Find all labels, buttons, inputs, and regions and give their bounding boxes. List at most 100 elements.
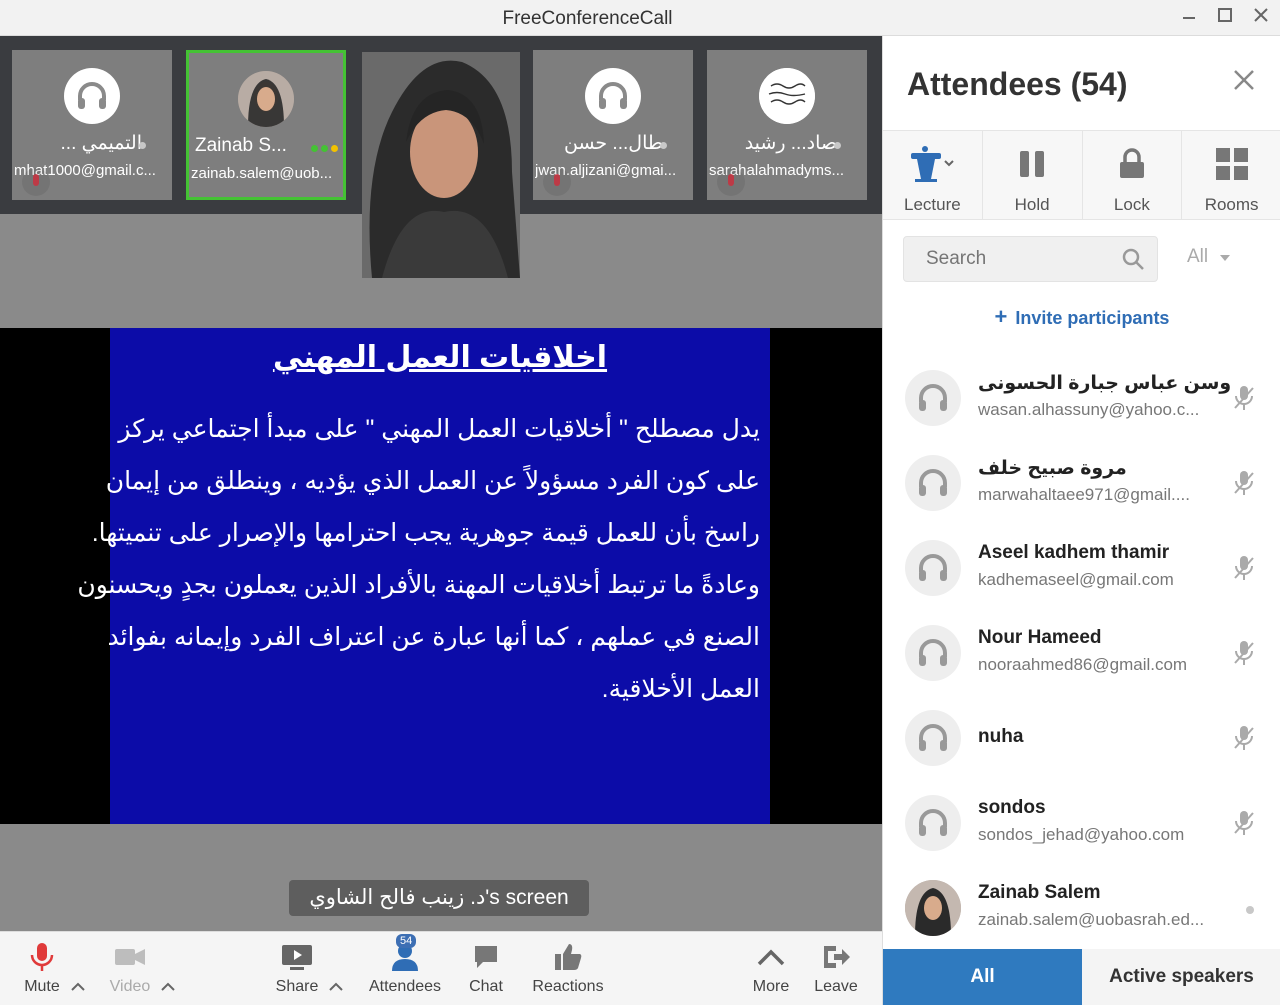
slide-line: العمل الأخلاقية. bbox=[601, 675, 760, 703]
attendee-row[interactable]: nuha bbox=[883, 700, 1280, 785]
panel-title: Attendees (54) bbox=[907, 66, 1128, 102]
attendee-email: marwahaltaee971@gmail.... bbox=[978, 485, 1190, 504]
reactions-button[interactable]: Reactions bbox=[528, 940, 608, 996]
presentation-slide: اخلاقيات العمل المهني يدل مصطلح " أخلاقي… bbox=[77, 328, 770, 824]
chevron-up-icon bbox=[757, 949, 785, 966]
microphone-muted-icon[interactable] bbox=[1233, 809, 1255, 842]
video-button[interactable]: Video bbox=[104, 940, 156, 996]
attendee-filter-tabs: All Active speakers bbox=[883, 949, 1280, 1005]
status-dot bbox=[1245, 902, 1255, 920]
microphone-muted-icon[interactable] bbox=[1233, 639, 1255, 672]
attendee-row[interactable]: Zainab Salem zainab.salem@uobasrah.ed... bbox=[883, 870, 1280, 955]
slide-line: وعادةً ما ترتبط أخلاقيات المهنة بالأفراد… bbox=[77, 571, 760, 599]
lock-icon bbox=[1119, 148, 1144, 178]
attendees-button[interactable]: 54 Attendees bbox=[364, 934, 446, 996]
minimize-icon bbox=[1183, 17, 1195, 19]
participant-name: طال... حسن bbox=[564, 133, 663, 154]
hold-button[interactable]: Hold bbox=[983, 131, 1083, 219]
maximize-icon bbox=[1218, 8, 1232, 22]
microphone-muted-icon[interactable] bbox=[1233, 469, 1255, 502]
slide-line: الصنع في عملهم ، كما أنها عبارة عن اعترا… bbox=[107, 623, 760, 651]
chevron-up-icon bbox=[71, 982, 85, 991]
microphone-muted-icon[interactable] bbox=[1233, 724, 1255, 757]
headset-avatar-icon bbox=[905, 710, 961, 766]
slide-title: اخلاقيات العمل المهني bbox=[272, 341, 608, 374]
more-label: More bbox=[752, 978, 790, 995]
filter-dropdown[interactable]: All bbox=[1187, 246, 1231, 268]
mic-muted-icon bbox=[543, 168, 571, 196]
headset-avatar-icon bbox=[905, 795, 961, 851]
status-dot bbox=[331, 145, 338, 152]
minimize-button[interactable] bbox=[1178, 6, 1200, 28]
microphone-muted-icon[interactable] bbox=[1233, 384, 1255, 417]
app-window: FreeConferenceCall ... التميمي mhat1000@… bbox=[0, 0, 1280, 1005]
close-icon bbox=[1254, 8, 1268, 22]
attendees-count-badge: 54 bbox=[396, 934, 417, 948]
maximize-button[interactable] bbox=[1214, 6, 1236, 28]
pause-icon bbox=[1020, 151, 1045, 177]
search-input[interactable] bbox=[904, 237, 1104, 281]
status-dot bbox=[834, 142, 841, 149]
close-panel-button[interactable] bbox=[1232, 66, 1256, 100]
chevron-up-icon bbox=[329, 982, 343, 991]
participant-name: صاد... رشيد bbox=[744, 133, 837, 154]
more-button[interactable]: More bbox=[748, 940, 794, 996]
title-bar: FreeConferenceCall bbox=[0, 0, 1280, 36]
share-button[interactable]: Share bbox=[272, 940, 322, 996]
attendee-email: wasan.alhassuny@yahoo.c... bbox=[978, 400, 1200, 419]
attendee-email: zainab.salem@uobasrah.ed... bbox=[978, 910, 1205, 929]
avatar bbox=[905, 880, 961, 936]
reactions-label: Reactions bbox=[532, 978, 604, 995]
search-icon[interactable] bbox=[1121, 247, 1145, 276]
chat-button[interactable]: Chat bbox=[464, 940, 508, 996]
lock-button[interactable]: Lock bbox=[1083, 131, 1183, 219]
status-dot bbox=[311, 145, 318, 152]
leave-button[interactable]: Leave bbox=[812, 940, 860, 996]
video-stage: ... التميمي mhat1000@gmail.c... Zainab S… bbox=[0, 36, 882, 931]
close-window-button[interactable] bbox=[1250, 6, 1272, 28]
attendee-row[interactable]: Nour Hameed nooraahmed86@gmail.com bbox=[883, 615, 1280, 700]
participant-tile[interactable]: صاد... رشيد sarahalahmadyms... bbox=[707, 50, 867, 200]
participant-tile[interactable]: ... التميمي mhat1000@gmail.c... bbox=[12, 50, 172, 200]
lecture-button[interactable]: Lecture bbox=[883, 131, 983, 219]
attendee-row[interactable]: Aseel kadhem thamir kadhemaseel@gmail.co… bbox=[883, 530, 1280, 615]
video-options-caret[interactable] bbox=[158, 978, 178, 996]
lecture-label: Lecture bbox=[904, 195, 961, 214]
close-icon bbox=[1234, 70, 1254, 90]
rooms-button[interactable]: Rooms bbox=[1182, 131, 1280, 219]
tab-all[interactable]: All bbox=[883, 949, 1082, 1005]
grid-icon bbox=[1215, 148, 1248, 180]
attendee-name: مروة صبيح خلف bbox=[978, 458, 1127, 479]
mute-options-caret[interactable] bbox=[68, 978, 88, 996]
moderator-controls: Lecture Hold Lock Rooms bbox=[883, 130, 1280, 220]
attendee-name: Nour Hameed bbox=[978, 627, 1102, 648]
chat-bubble-icon bbox=[475, 946, 497, 968]
attendee-email: kadhemaseel@gmail.com bbox=[978, 570, 1174, 589]
slide-line: على كون الفرد مسؤولاً عن العمل الذي يؤدي… bbox=[105, 467, 760, 495]
screen-share-label: د. زينب فالح الشاوي's screen bbox=[289, 880, 589, 916]
chat-label: Chat bbox=[469, 978, 503, 995]
mic-muted-icon bbox=[717, 168, 745, 196]
invite-label: Invite participants bbox=[1015, 308, 1170, 328]
headset-avatar-icon bbox=[905, 370, 961, 426]
microphone-muted-icon bbox=[30, 943, 54, 971]
rooms-label: Rooms bbox=[1204, 195, 1259, 214]
mute-button[interactable]: Mute bbox=[18, 940, 66, 996]
active-speaker-video bbox=[362, 52, 520, 278]
participant-tile-active[interactable]: Zainab S... zainab.salem@uob... bbox=[186, 50, 346, 200]
share-options-caret[interactable] bbox=[326, 978, 346, 996]
attendee-row[interactable]: وسن عباس جبارة الحسونى wasan.alhassuny@y… bbox=[883, 360, 1280, 445]
participant-tile[interactable]: طال... حسن jwan.aljizani@gmai... bbox=[533, 50, 693, 200]
headset-avatar-icon bbox=[905, 540, 961, 596]
tab-active-speakers[interactable]: Active speakers bbox=[1082, 949, 1280, 1005]
microphone-muted-icon[interactable] bbox=[1233, 554, 1255, 587]
leave-label: Leave bbox=[814, 978, 858, 995]
attendees-label: Attendees bbox=[368, 978, 442, 995]
meeting-toolbar: Mute Video Share 54 Attendees Chat React… bbox=[0, 931, 882, 1005]
invite-participants-link[interactable]: + Invite participants bbox=[883, 304, 1280, 330]
attendee-row[interactable]: sondos sondos_jehad@yahoo.com bbox=[883, 785, 1280, 870]
attendee-name: وسن عباس جبارة الحسونى bbox=[978, 373, 1232, 394]
participant-email: zainab.salem@uob... bbox=[191, 165, 333, 182]
search-box bbox=[903, 236, 1158, 282]
attendee-row[interactable]: مروة صبيح خلف marwahaltaee971@gmail.... bbox=[883, 445, 1280, 530]
